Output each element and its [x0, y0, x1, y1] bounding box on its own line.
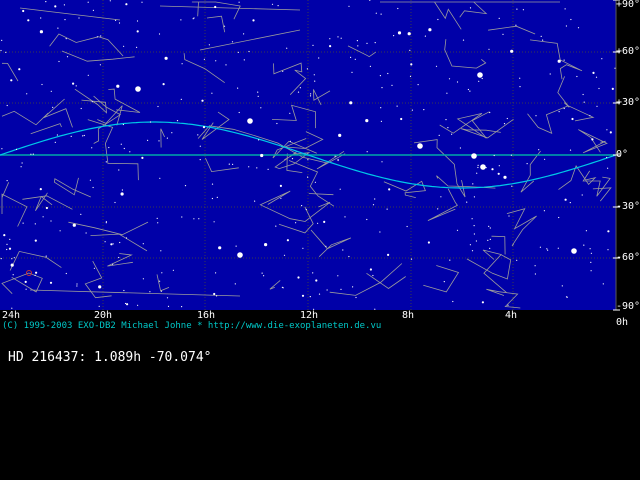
ra-label: 12h [300, 310, 319, 321]
ra-label: 20h [94, 310, 113, 321]
selected-star-readout: HD 216437: 1.089h -70.074° [8, 350, 212, 365]
dec-label: +90° [616, 0, 640, 10]
ra-label: 8h [402, 310, 415, 321]
dec-label: -30° [616, 201, 640, 212]
dec-label: +30° [616, 97, 640, 108]
sky-map[interactable] [0, 0, 640, 480]
copyright-credit[interactable]: (C) 1995-2003 EXO-DB2 Michael Johne * ht… [2, 321, 381, 331]
ra-label: 4h [505, 310, 518, 321]
ra-label: 16h [197, 310, 216, 321]
dec-label: +60° [616, 46, 640, 57]
ra-label: 0h [616, 317, 629, 328]
ra-label: 24h [2, 310, 21, 321]
dec-label: -90° [616, 301, 640, 312]
dec-label: 0° [616, 149, 629, 160]
dec-label: -60° [616, 252, 640, 263]
